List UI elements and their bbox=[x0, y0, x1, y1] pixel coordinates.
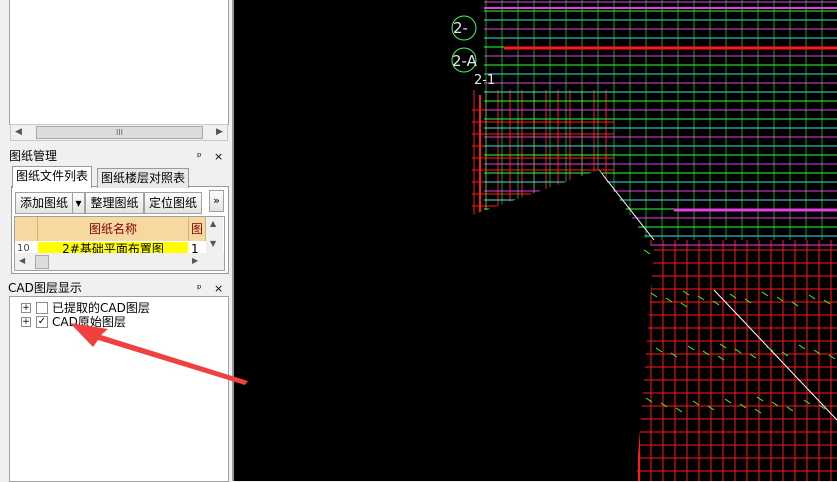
close-icon[interactable]: × bbox=[214, 281, 223, 296]
checkbox-original-layers[interactable]: ✓ bbox=[36, 316, 48, 328]
table-header-name[interactable]: 图纸名称 bbox=[38, 217, 189, 241]
cad-layer-tree: + 已提取的CAD图层 + ✓ CAD原始图层 bbox=[9, 296, 229, 482]
tree-item-label: CAD原始图层 bbox=[52, 315, 126, 329]
scroll-thumb[interactable]: III bbox=[36, 126, 203, 139]
scroll-down-icon[interactable]: ▼ bbox=[210, 239, 216, 248]
table-vertical-scrollbar[interactable]: ▲ ▼ bbox=[206, 217, 223, 253]
expand-plus-icon[interactable]: + bbox=[21, 317, 31, 327]
table-header-index bbox=[15, 217, 38, 241]
tab-drawing-file-list[interactable]: 图纸文件列表 bbox=[12, 166, 93, 188]
cad-drawing bbox=[451, 0, 837, 481]
cad-layer-panel-header: CAD图层显示 ᵖ × bbox=[8, 281, 226, 296]
drawing-panel-title: 图纸管理 bbox=[9, 149, 58, 163]
close-icon[interactable]: × bbox=[214, 149, 223, 164]
axis-label: 2-A bbox=[452, 52, 477, 70]
scroll-right-icon[interactable]: ▶ bbox=[212, 125, 227, 140]
table-header-extra[interactable]: 图 bbox=[189, 217, 206, 241]
cad-canvas[interactable]: 2- 2-A 2-1 bbox=[234, 0, 837, 481]
scroll-left-icon[interactable]: ◀ bbox=[11, 125, 26, 140]
checkbox-extracted-layers[interactable] bbox=[36, 302, 48, 314]
scroll-up-icon[interactable]: ▲ bbox=[210, 219, 216, 228]
add-drawing-dropdown-icon[interactable]: ▾ bbox=[72, 192, 85, 214]
expand-plus-icon[interactable]: + bbox=[21, 303, 31, 313]
locate-drawing-button[interactable]: 定位图纸 bbox=[144, 192, 202, 214]
properties-pane bbox=[9, 0, 229, 125]
left-sidebar: ◀ III ▶ 图纸管理 ᵖ × 图纸文件列表 图纸楼层对照表 添加图纸 ▾ 整… bbox=[0, 0, 232, 482]
scroll-right-icon[interactable]: ▶ bbox=[192, 256, 198, 265]
pin-icon[interactable]: ᵖ bbox=[197, 149, 202, 164]
drawing-table: 图纸名称 图 10 2#基础平面布置图 1 ▲ ▼ ◀ ▶ bbox=[14, 216, 225, 271]
tab-drawing-floor-mapping[interactable]: 图纸楼层对照表 bbox=[97, 168, 190, 188]
top-horizontal-scrollbar[interactable]: ◀ III ▶ bbox=[10, 124, 228, 141]
cad-layer-panel-title: CAD图层显示 bbox=[8, 281, 82, 295]
toolbar-overflow-icon[interactable]: » bbox=[209, 190, 224, 212]
tree-item-label: 已提取的CAD图层 bbox=[52, 301, 150, 315]
axis-label: 2-1 bbox=[474, 73, 496, 88]
pin-icon[interactable]: ᵖ bbox=[197, 281, 202, 296]
scroll-left-icon[interactable]: ◀ bbox=[19, 256, 25, 265]
drawing-panel-header: 图纸管理 ᵖ × bbox=[9, 149, 227, 164]
scroll-thumb[interactable] bbox=[35, 255, 49, 269]
add-drawing-button[interactable]: 添加图纸 bbox=[15, 192, 73, 214]
organize-drawing-button[interactable]: 整理图纸 bbox=[85, 192, 144, 214]
table-horizontal-scrollbar[interactable]: ◀ ▶ bbox=[15, 253, 224, 270]
axis-label: 2- bbox=[453, 19, 468, 37]
